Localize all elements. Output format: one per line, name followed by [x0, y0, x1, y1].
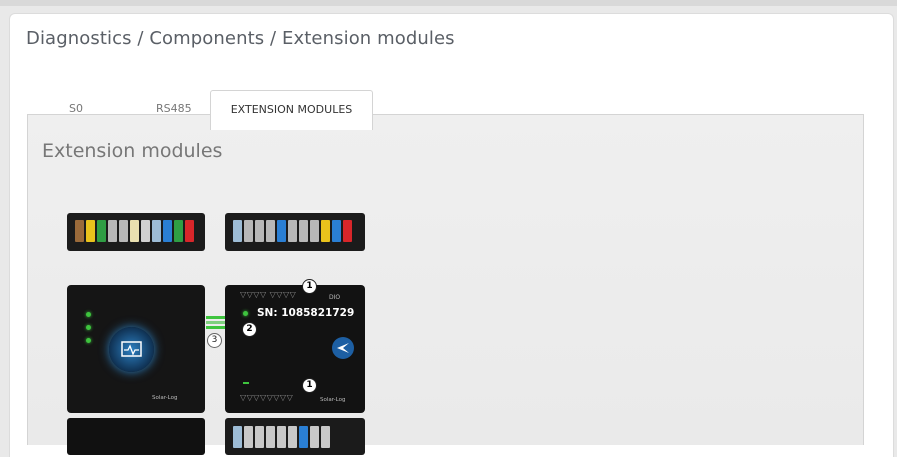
- terminal-strip-bottom: [225, 418, 365, 455]
- top-shadow-bar: [0, 0, 897, 6]
- compass-icon: [332, 337, 354, 359]
- marker-2: 2: [242, 322, 257, 337]
- brand-logo-left: Solar-Log: [152, 395, 178, 401]
- breadcrumb: Diagnostics / Components / Extension mod…: [26, 28, 455, 49]
- base-module-bottom: [67, 418, 205, 455]
- terminal-strip-top-left: [67, 213, 205, 251]
- extension-module-front: ▽▽▽▽ ▽▽▽▽ ▽▽▽▽▽▽▽▽ Solar-Log: [225, 285, 365, 413]
- marker-1-top: 1: [302, 279, 317, 294]
- brand-logo-right: Solar-Log: [320, 397, 346, 403]
- marker-1-bottom: 1: [302, 378, 317, 393]
- base-module: Solar-Log: [67, 213, 205, 455]
- base-module-front: Solar-Log: [67, 285, 205, 413]
- content-title: Extension modules: [42, 140, 223, 162]
- terminal-strip-top-right: [225, 213, 365, 251]
- serial-number: SN: 1085821729: [257, 307, 355, 319]
- marker-3: 3: [207, 333, 222, 348]
- dio-label: DIO: [329, 294, 341, 301]
- tab-extension-modules[interactable]: EXTENSION MODULES: [210, 90, 373, 130]
- bus-connector: [206, 316, 225, 331]
- monitor-icon: [109, 327, 154, 372]
